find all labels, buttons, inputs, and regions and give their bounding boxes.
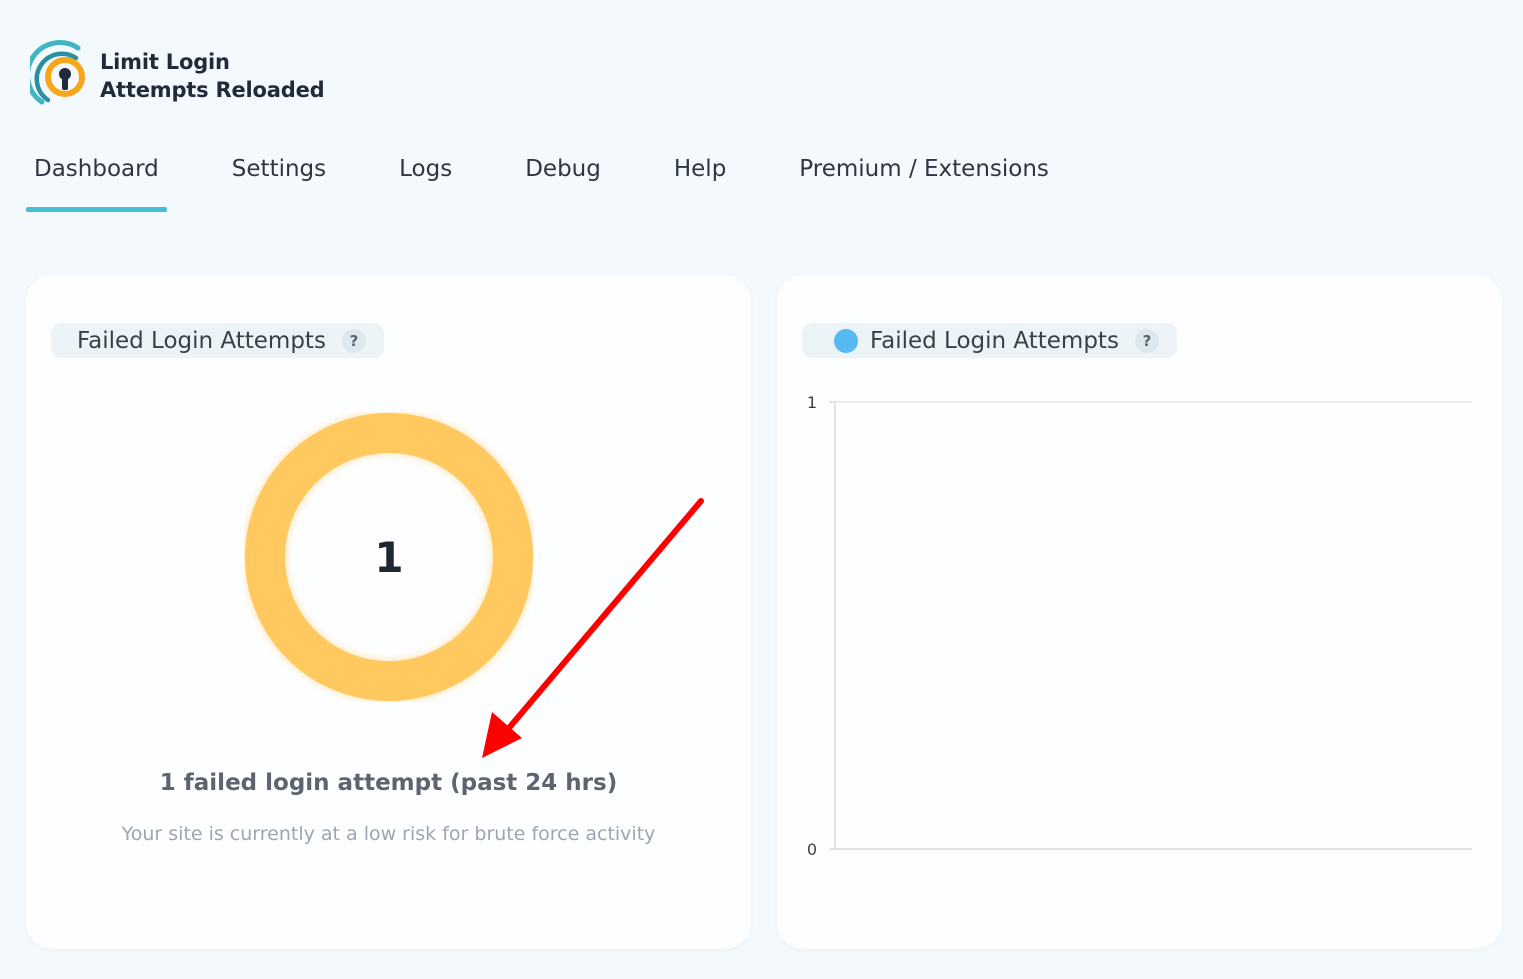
brand-name: Limit Login Attempts Reloaded (100, 48, 325, 104)
brand-logo[interactable]: Limit Login Attempts Reloaded (30, 38, 325, 114)
donut-count: 1 (374, 532, 404, 582)
failed-attempts-line-chart: 1 0 (807, 393, 1472, 859)
y-tick-label-bottom: 0 (807, 840, 817, 859)
dashboard-page: Limit Login Attempts Reloaded Dashboard … (0, 0, 1523, 979)
attempts-donut: 1 (244, 412, 534, 702)
card-title: Failed Login Attempts (77, 327, 326, 354)
card-title-pill: Failed Login Attempts ? (51, 323, 384, 358)
failed-attempts-summary-card: Failed Login Attempts ? 1 1 failed login… (26, 275, 751, 949)
risk-level-text: Your site is currently at a low risk for… (121, 823, 656, 845)
brand-name-line2: Attempts Reloaded (100, 78, 325, 102)
brand-name-line1: Limit Login (100, 50, 230, 74)
tab-debug[interactable]: Debug (517, 150, 609, 202)
help-icon[interactable]: ? (341, 328, 366, 353)
failed-attempts-chart-card: Failed Login Attempts ? 1 0 (777, 275, 1502, 949)
tab-logs[interactable]: Logs (391, 150, 460, 202)
y-tick-label-top: 1 (807, 393, 817, 412)
main-tabs: Dashboard Settings Logs Debug Help Premi… (26, 150, 1114, 212)
tab-premium-extensions[interactable]: Premium / Extensions (791, 150, 1057, 202)
lock-logo-icon (30, 40, 85, 105)
tab-dashboard[interactable]: Dashboard (26, 150, 167, 212)
failed-attempts-summary: 1 failed login attempt (past 24 hrs) (159, 770, 618, 796)
tab-help[interactable]: Help (666, 150, 734, 202)
tab-settings[interactable]: Settings (224, 150, 334, 202)
